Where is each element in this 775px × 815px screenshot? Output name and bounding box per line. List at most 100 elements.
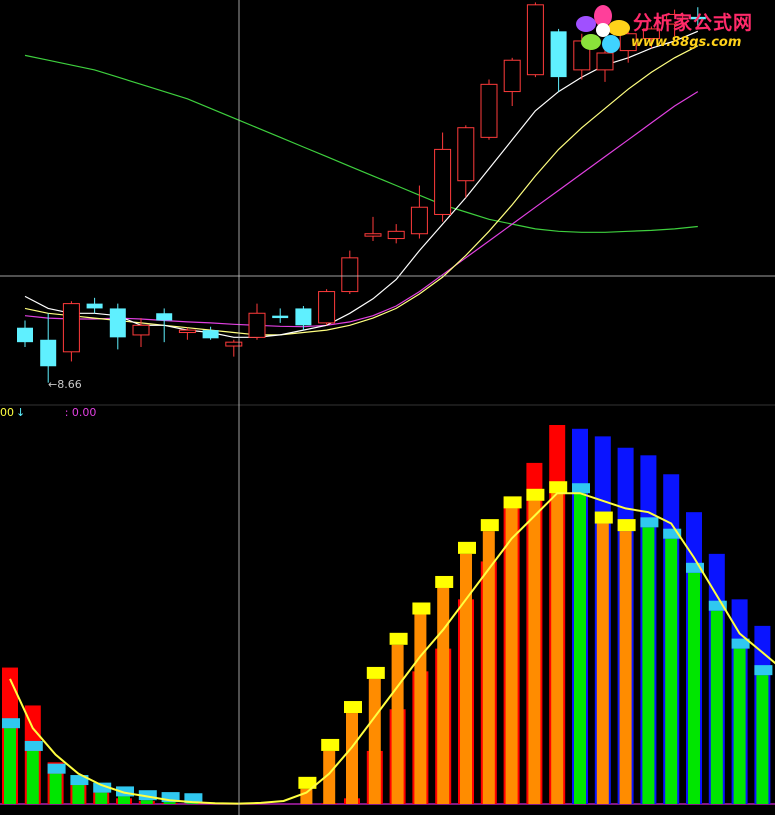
indicator-bar	[24, 705, 43, 804]
indicator-value-right: : 0.00	[64, 406, 97, 419]
indicator-bar	[116, 786, 134, 804]
candle	[526, 2, 544, 78]
brand-logo: 分析家公式网 www.88gs.com	[575, 4, 771, 54]
bar-green	[688, 572, 700, 804]
bar-green	[118, 796, 130, 804]
bar-green	[756, 675, 769, 804]
stock-chart	[0, 0, 775, 815]
bar-green	[733, 648, 746, 804]
bar-green	[95, 792, 108, 804]
bar-cap-yellow	[526, 488, 545, 501]
candle-body	[596, 52, 614, 71]
bar-orange	[437, 587, 450, 804]
bar-green	[642, 527, 655, 804]
indicator-bar	[640, 455, 659, 804]
bar-green	[26, 750, 39, 804]
bar-cap-cyan	[24, 740, 43, 751]
candle-body	[178, 329, 196, 334]
arrow-left-icon: ←	[48, 378, 58, 391]
bar-cap-cyan	[572, 483, 590, 494]
bar-cap-yellow	[549, 481, 568, 494]
bar-orange	[346, 713, 358, 804]
bar-cap-yellow	[503, 496, 522, 509]
logo-url: www.88gs.com	[631, 35, 742, 50]
bar-green	[4, 728, 16, 804]
candle	[318, 289, 336, 326]
bar-cap-yellow	[366, 666, 385, 679]
bar-green	[665, 538, 678, 804]
indicator-bar	[686, 512, 704, 804]
bar-orange	[391, 644, 404, 804]
bar-orange	[482, 531, 495, 804]
candle-body	[526, 4, 544, 76]
bar-orange	[414, 614, 427, 804]
candle-body	[62, 303, 80, 353]
low-price-label: ←8.66	[48, 378, 82, 391]
indicator-bar	[708, 553, 727, 804]
bar-orange	[300, 788, 313, 804]
indicator-bar	[572, 428, 590, 804]
logo-title: 分析家公式网	[633, 12, 754, 34]
candle-body	[295, 308, 312, 326]
indicator-bar	[70, 775, 89, 804]
bar-green	[163, 802, 176, 804]
indicator-bar	[503, 496, 522, 804]
bar-cap-cyan	[754, 665, 773, 676]
candle-body	[550, 31, 567, 78]
bar-cap-yellow	[389, 632, 408, 645]
bar-cap-yellow	[617, 519, 636, 532]
bar-cap-yellow	[594, 511, 613, 524]
bar-orange	[505, 508, 518, 804]
candle-body	[86, 303, 103, 309]
bar-orange	[368, 678, 381, 804]
bar-cap-cyan	[640, 517, 659, 528]
indicator-bar	[549, 425, 568, 804]
bar-green	[49, 773, 62, 804]
candle-body	[109, 308, 126, 338]
indicator-bar	[617, 447, 636, 804]
bar-cap-yellow	[480, 519, 499, 532]
candle-body	[132, 324, 150, 336]
bar-cap-cyan	[2, 718, 20, 729]
bar-cap-yellow	[435, 575, 454, 588]
bar-orange	[551, 493, 564, 804]
indicator-bar	[2, 667, 20, 804]
bar-green	[140, 800, 153, 804]
candle-body	[318, 291, 336, 324]
bar-green	[186, 803, 199, 804]
bar-orange	[460, 553, 472, 804]
bar-orange	[528, 500, 541, 804]
candle-body	[156, 313, 173, 321]
bar-orange	[619, 531, 632, 804]
candle-body	[341, 257, 359, 293]
bar-green	[710, 610, 723, 804]
bar-cap-yellow	[412, 602, 431, 615]
indicator-bar	[47, 762, 66, 804]
candle-body	[364, 233, 382, 237]
candle-body	[272, 315, 289, 319]
bar-cap-cyan	[47, 763, 66, 774]
bar-green	[574, 493, 586, 804]
bar-orange	[596, 523, 609, 804]
bar-cap-yellow	[344, 701, 362, 714]
candle-body	[40, 339, 57, 367]
arrow-down-icon: ↓	[16, 406, 26, 419]
bar-cap-yellow	[458, 541, 476, 554]
candle-body	[17, 327, 33, 343]
candle-body	[457, 127, 475, 182]
indicator-bar	[594, 436, 613, 804]
indicator-header: 00 ↓ : 0.00	[0, 406, 96, 419]
candle-body	[410, 206, 428, 235]
bar-green	[72, 785, 85, 804]
indicator-bar	[731, 599, 750, 804]
bar-cap-yellow	[321, 738, 340, 751]
candle-body	[503, 59, 521, 93]
candle	[480, 79, 498, 140]
candle-body	[387, 230, 405, 240]
indicator-bar	[480, 519, 499, 804]
candle-body	[248, 312, 266, 338]
candle-body	[202, 330, 219, 339]
indicator-value-left: 00	[0, 406, 14, 419]
candle-body	[434, 148, 452, 215]
flower-logo-icon	[576, 5, 630, 53]
